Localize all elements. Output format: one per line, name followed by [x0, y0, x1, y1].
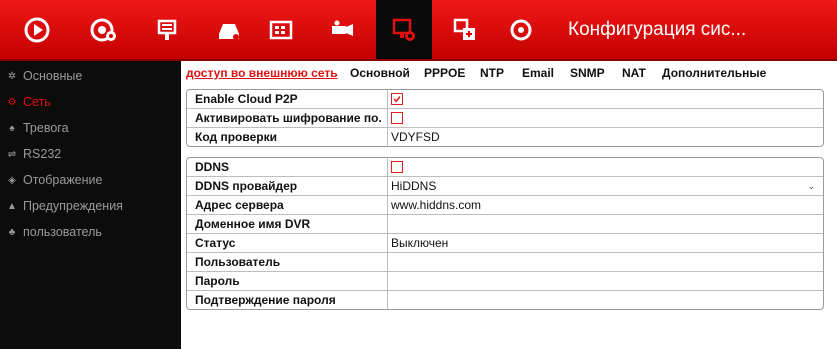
sidebar: ✲ Основные ⚙ Сеть ♠ Тревога ⇌ RS232 ◈ От… — [0, 61, 181, 349]
record-icon[interactable] — [256, 0, 306, 59]
verification-code-row: Код проверки VDYFSD — [187, 128, 823, 146]
configuration-icon[interactable] — [376, 0, 432, 59]
warning-icon: ▲ — [7, 200, 17, 212]
server-address-label: Адрес сервера — [195, 198, 284, 212]
tab-external-access[interactable]: доступ во внешнюю сеть — [186, 66, 338, 80]
display-icon: ◈ — [8, 174, 16, 186]
ddns-settings-group: DDNS DDNS провайдер HiDDNS ⌄ Адрес серве… — [186, 157, 824, 310]
sidebar-item-general[interactable]: ✲ Основные — [0, 65, 181, 87]
tab-basic[interactable]: Основной — [350, 66, 410, 80]
ddns-enable-row: DDNS — [187, 158, 823, 177]
sidebar-item-label: Основные — [23, 69, 83, 83]
p2p-enable-label: Enable Cloud P2P — [195, 92, 298, 106]
status-value: Выключен — [391, 236, 449, 250]
network-icon: ⚙ — [7, 96, 17, 108]
sidebar-item-alarm[interactable]: ♠ Тревога — [0, 117, 181, 139]
alarm-icon: ♠ — [9, 122, 15, 134]
confirm-password-row: Подтверждение пароля — [187, 291, 823, 309]
p2p-encrypt-checkbox[interactable] — [391, 112, 403, 124]
password-row: Пароль — [187, 272, 823, 291]
sidebar-item-label: Тревога — [23, 121, 69, 135]
sidebar-item-label: Отображение — [23, 173, 103, 187]
p2p-enable-checkbox[interactable] — [391, 93, 403, 105]
user-row: Пользователь — [187, 253, 823, 272]
sidebar-item-rs232[interactable]: ⇌ RS232 — [0, 143, 181, 165]
password-field[interactable] — [391, 272, 817, 290]
sidebar-item-label: Сеть — [23, 95, 51, 109]
playback-icon[interactable] — [79, 0, 129, 59]
tab-advanced[interactable]: Дополнительные — [662, 66, 766, 80]
verification-code-field[interactable]: VDYFSD — [391, 128, 817, 146]
tab-nat[interactable]: NAT — [622, 66, 646, 80]
sidebar-item-network[interactable]: ⚙ Сеть — [0, 91, 181, 113]
user-icon: ♣ — [8, 226, 16, 238]
verification-code-label: Код проверки — [195, 130, 277, 144]
server-address-field[interactable]: www.hiddns.com — [391, 196, 817, 214]
status-label: Статус — [195, 236, 236, 250]
chevron-down-icon: ⌄ — [807, 181, 815, 191]
password-label: Пароль — [195, 274, 240, 288]
server-address-row: Адрес сервера www.hiddns.com — [187, 196, 823, 215]
tab-email[interactable]: Email — [522, 66, 554, 80]
shutdown-icon[interactable] — [496, 0, 546, 59]
dvr-domain-label: Доменное имя DVR — [195, 217, 311, 231]
page-title: Конфигурация сис... — [568, 19, 747, 40]
sidebar-item-label: пользователь — [23, 225, 102, 239]
gear-icon: ✲ — [7, 70, 17, 82]
sidebar-item-warnings[interactable]: ▲ Предупреждения — [0, 195, 181, 217]
ddns-enable-label: DDNS — [195, 160, 230, 174]
export-icon[interactable] — [142, 0, 192, 59]
confirm-password-label: Подтверждение пароля — [195, 293, 336, 307]
maintenance-icon[interactable] — [440, 0, 490, 59]
tab-ntp[interactable]: NTP — [480, 66, 504, 80]
user-label: Пользователь — [195, 255, 281, 269]
sidebar-item-display[interactable]: ◈ Отображение — [0, 169, 181, 191]
ddns-provider-select[interactable]: HiDDNS ⌄ — [391, 177, 817, 195]
camera-settings-icon[interactable] — [318, 0, 368, 59]
sidebar-item-user[interactable]: ♣ пользователь — [0, 221, 181, 243]
p2p-settings-group: Enable Cloud P2P Активировать шифрование… — [186, 89, 824, 147]
ddns-provider-value: HiDDNS — [391, 179, 437, 193]
tab-pppoe[interactable]: PPPOE — [424, 66, 465, 80]
ddns-provider-row: DDNS провайдер HiDDNS ⌄ — [187, 177, 823, 196]
sidebar-item-label: RS232 — [23, 147, 62, 161]
p2p-enable-row: Enable Cloud P2P — [187, 90, 823, 109]
rs232-icon: ⇌ — [7, 148, 17, 160]
sidebar-item-label: Предупреждения — [23, 199, 123, 213]
tab-snmp[interactable]: SNMP — [570, 66, 605, 80]
p2p-encrypt-row: Активировать шифрование по... — [187, 109, 823, 128]
p2p-encrypt-label: Активировать шифрование по... — [195, 111, 381, 125]
confirm-password-field[interactable] — [391, 291, 817, 309]
status-row: Статус Выключен — [187, 234, 823, 253]
ddns-enable-checkbox[interactable] — [391, 161, 403, 173]
dvr-domain-row: Доменное имя DVR — [187, 215, 823, 234]
hdd-icon[interactable] — [204, 0, 254, 59]
dvr-domain-field[interactable] — [391, 215, 817, 233]
top-menu-bar: Конфигурация сис... — [0, 0, 837, 61]
live-view-icon[interactable] — [12, 0, 62, 59]
ddns-provider-label: DDNS провайдер — [195, 179, 298, 193]
user-field[interactable] — [391, 253, 817, 271]
